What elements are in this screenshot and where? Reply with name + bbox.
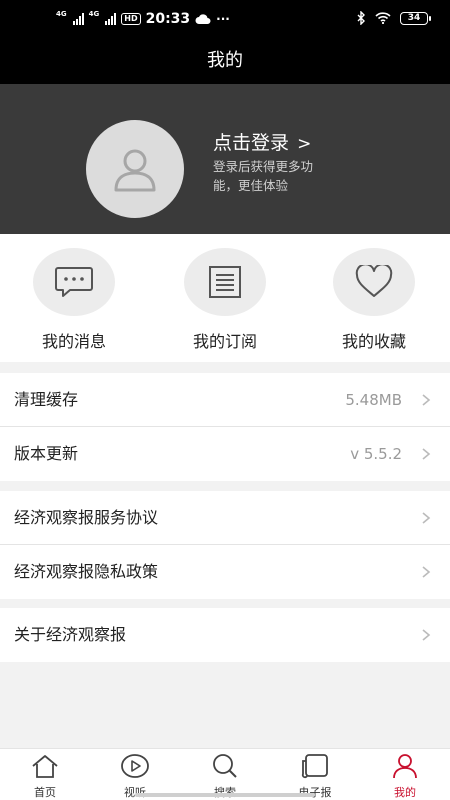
version-update-label: 版本更新: [14, 444, 79, 463]
network-type-label: 4G: [56, 10, 67, 18]
my-favorites-label: 我的收藏: [341, 332, 406, 351]
clock: 20:33: [145, 11, 191, 27]
about-label: 关于经济观察报: [14, 625, 127, 644]
tab-audio-video-label: 视听: [105, 784, 165, 800]
battery-icon: 34: [400, 11, 431, 25]
avatar[interactable]: [86, 120, 184, 218]
version-value: v 5.5.2: [350, 445, 402, 463]
bluetooth-icon: [357, 11, 365, 25]
clear-cache-row[interactable]: 清理缓存 5.48MB: [0, 373, 450, 427]
clear-cache-label: 清理缓存: [14, 390, 79, 409]
message-icon: [55, 267, 93, 297]
more-notifications-indicator: ···: [216, 12, 230, 26]
status-bar: 4G 4G HD 20:33 ··· 34: [0, 0, 450, 40]
cloud-icon: [195, 13, 211, 24]
wifi-icon: [375, 12, 391, 24]
my-subscriptions-label: 我的订阅: [192, 332, 257, 351]
login-label: 点击登录: [213, 132, 290, 154]
my-subscriptions-button[interactable]: 我的订阅: [165, 248, 285, 352]
home-indicator[interactable]: [135, 793, 315, 797]
profile-header: 点击登录 > 登录后获得更多功能，更佳体验: [0, 84, 450, 234]
version-update-row[interactable]: 版本更新 v 5.5.2: [0, 427, 450, 481]
heart-icon: [355, 265, 393, 297]
search-icon: [213, 754, 237, 778]
chevron-right-icon: [422, 512, 431, 524]
subscription-list-icon: [209, 266, 241, 298]
login-button[interactable]: 点击登录 >: [213, 128, 311, 155]
cache-size-value: 5.48MB: [345, 391, 402, 409]
tab-home-label: 首页: [34, 786, 56, 799]
privacy-policy-row[interactable]: 经济观察报隐私政策: [0, 545, 450, 599]
chevron-right-icon: [422, 566, 431, 578]
tab-search-label: 搜索: [195, 784, 255, 800]
tab-profile-label: 我的: [394, 786, 416, 799]
my-favorites-button[interactable]: 我的收藏: [314, 248, 434, 352]
chevron-right-icon: >: [297, 134, 312, 154]
tab-home[interactable]: 首页: [15, 753, 75, 800]
page-title: 我的: [0, 40, 450, 84]
signal-icon: [72, 13, 84, 25]
service-agreement-row[interactable]: 经济观察报服务协议: [0, 491, 450, 545]
hd-badge: HD: [121, 13, 141, 25]
about-row[interactable]: 关于经济观察报: [0, 608, 450, 662]
play-icon: [121, 754, 149, 778]
network-type-label: 4G: [88, 10, 100, 18]
chevron-right-icon: [422, 394, 431, 406]
signal-icon: [105, 13, 117, 25]
profile-icon: [393, 754, 417, 779]
tab-e-paper-label: 电子报: [298, 786, 332, 799]
tab-profile[interactable]: 我的: [375, 753, 435, 800]
privacy-policy-label: 经济观察报隐私政策: [14, 562, 159, 581]
home-icon: [32, 755, 58, 778]
e-paper-icon: [301, 754, 328, 779]
chevron-right-icon: [422, 629, 431, 641]
user-placeholder-icon: [114, 149, 156, 192]
my-messages-button[interactable]: 我的消息: [14, 248, 134, 352]
service-agreement-label: 经济观察报服务协议: [14, 508, 159, 527]
login-subtext: 登录后获得更多功能，更佳体验: [213, 159, 314, 193]
my-messages-label: 我的消息: [41, 332, 106, 351]
chevron-right-icon: [422, 448, 431, 460]
quick-actions: 我的消息 我的订阅 我的收藏: [0, 234, 450, 362]
